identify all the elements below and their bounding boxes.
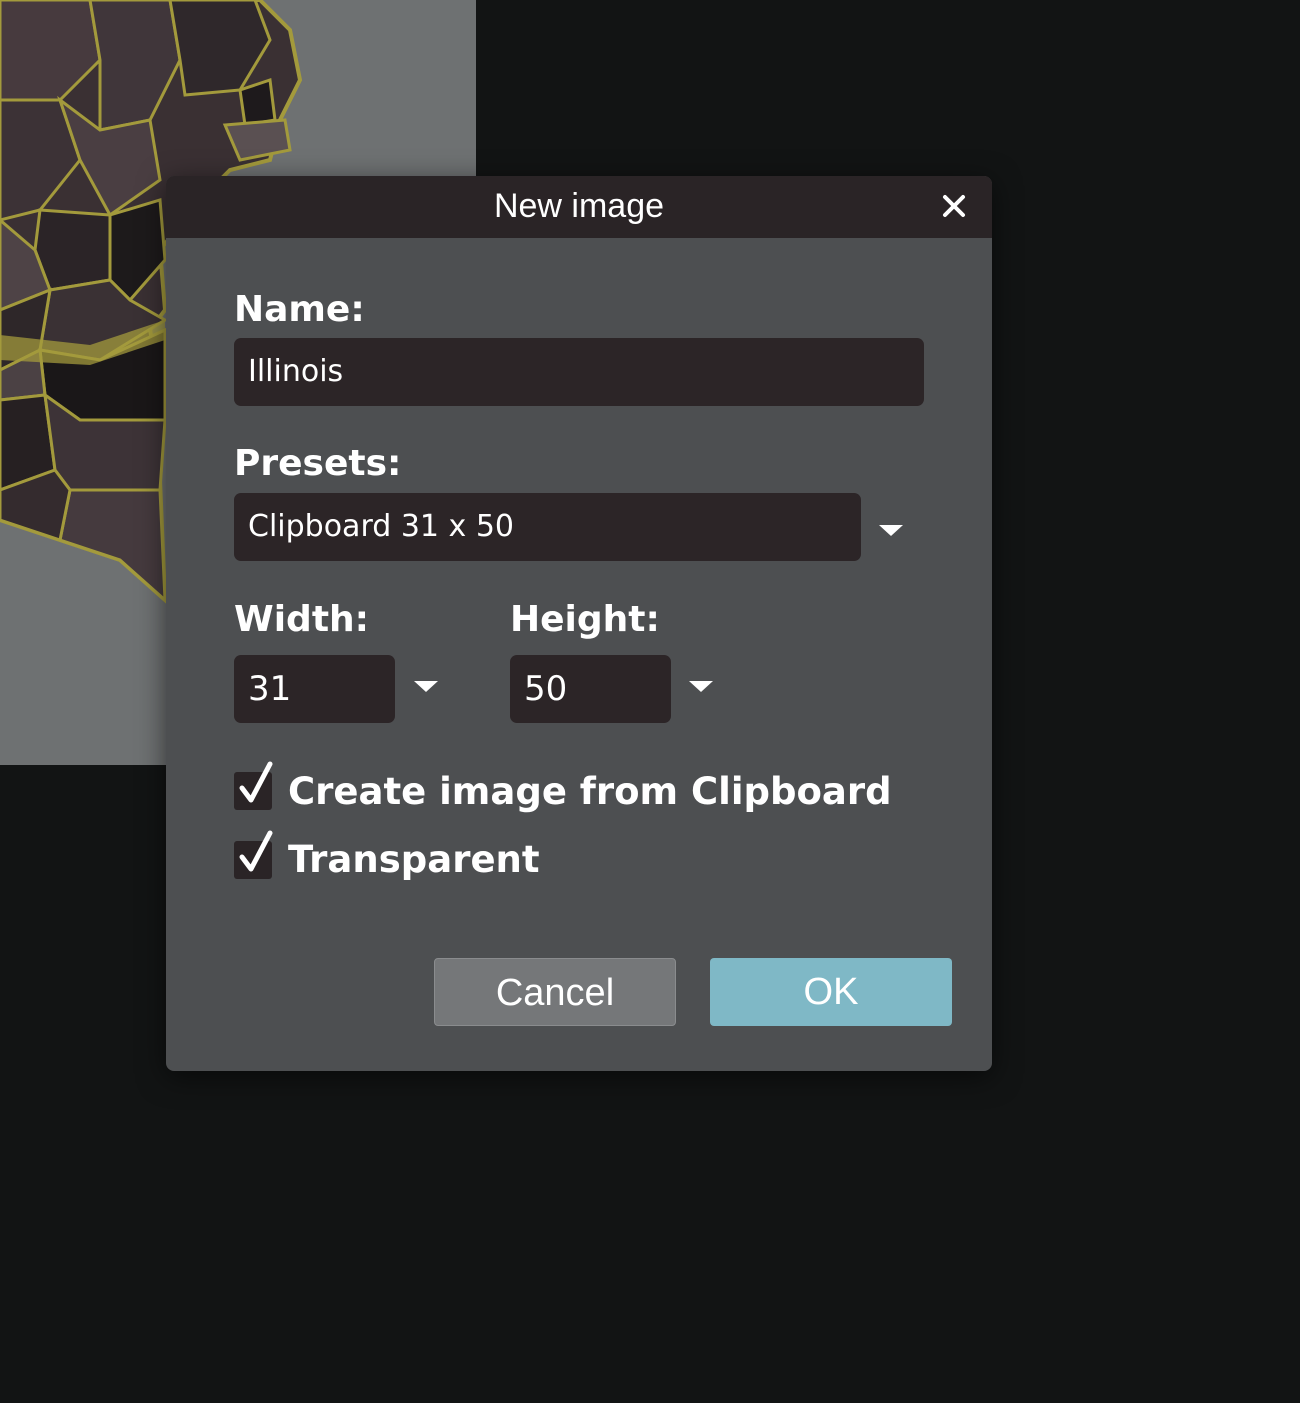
transparent-checkbox-label[interactable]: Transparent: [288, 838, 540, 882]
clipboard-checkbox[interactable]: [234, 761, 273, 810]
name-label: Name:: [234, 289, 365, 330]
ok-button[interactable]: OK: [710, 958, 952, 1026]
transparent-checkbox[interactable]: [234, 830, 273, 879]
height-field[interactable]: 50: [510, 655, 671, 723]
presets-dropdown-icon[interactable]: [879, 525, 903, 536]
close-icon[interactable]: [938, 190, 970, 222]
height-dropdown-icon[interactable]: [689, 681, 713, 692]
cancel-button[interactable]: Cancel: [434, 958, 676, 1026]
new-image-dialog: New image Name: Illinois Presets: Clipbo…: [166, 176, 992, 1071]
width-dropdown-icon[interactable]: [414, 681, 438, 692]
presets-select[interactable]: Clipboard 31 x 50: [234, 493, 861, 561]
width-label: Width:: [234, 599, 370, 640]
height-label: Height:: [510, 599, 660, 640]
clipboard-checkbox-label[interactable]: Create image from Clipboard: [288, 770, 892, 814]
checkmark-icon: [239, 830, 273, 872]
workspace: New image Name: Illinois Presets: Clipbo…: [0, 0, 1300, 1403]
dialog-title: New image: [493, 187, 665, 225]
width-field[interactable]: 31: [234, 655, 395, 723]
name-field[interactable]: Illinois: [234, 338, 924, 406]
presets-label: Presets:: [234, 443, 402, 484]
checkmark-icon: [239, 761, 273, 803]
